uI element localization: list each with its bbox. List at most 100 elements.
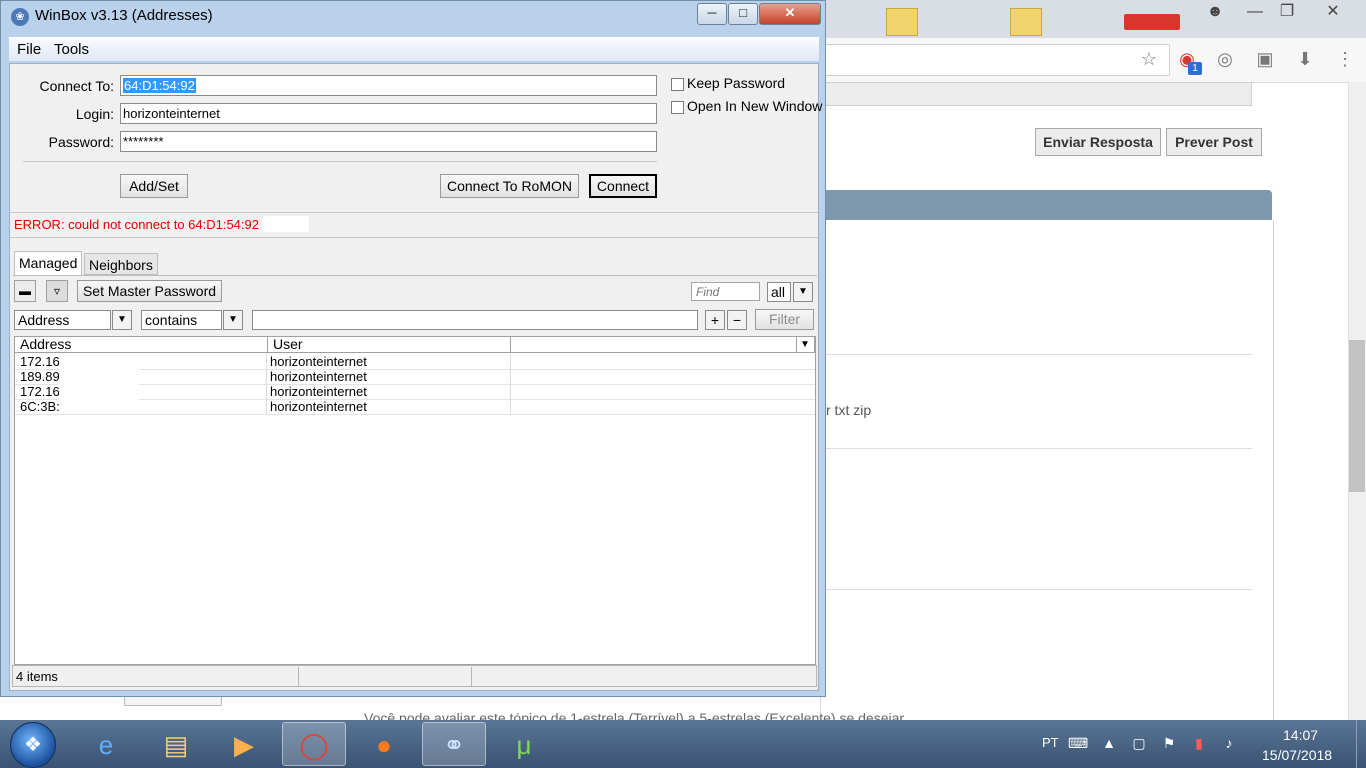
status-divider xyxy=(471,667,472,687)
divider xyxy=(10,237,818,238)
password-field[interactable]: ******** xyxy=(120,131,657,152)
winbox-window: ❀ WinBox v3.13 (Addresses) ─ □ ✕ File To… xyxy=(0,0,826,697)
volume-icon[interactable]: ♪ xyxy=(1220,734,1238,752)
connect-to-field[interactable]: 64:D1:54:92 xyxy=(120,75,657,96)
chrome-icon[interactable]: ◯ xyxy=(282,722,346,766)
close-icon[interactable]: ✕ xyxy=(1318,2,1348,22)
forum-section-header xyxy=(820,190,1272,220)
status-bar xyxy=(12,665,817,687)
show-desktop-button[interactable] xyxy=(1356,720,1366,768)
table-row[interactable]: 6C:3B: horizonteinternet xyxy=(15,399,815,415)
row-user: horizonteinternet xyxy=(270,369,367,384)
row-user: horizonteinternet xyxy=(270,354,367,369)
show-hidden-icons-icon[interactable]: ▲ xyxy=(1100,734,1118,752)
table-row[interactable]: 172.16 horizonteinternet xyxy=(15,384,815,400)
menu-bar: File Tools xyxy=(9,37,819,61)
filter-value-input[interactable] xyxy=(252,310,698,330)
firefox-icon[interactable]: ● xyxy=(352,722,416,766)
browser-tab[interactable] xyxy=(830,6,870,34)
connect-to-value: 64:D1:54:92 xyxy=(123,78,196,93)
remove-icon[interactable]: ▬ xyxy=(14,280,36,302)
chevron-down-icon[interactable]: ▼ xyxy=(793,282,813,302)
divider xyxy=(10,212,818,213)
globe-icon[interactable]: ◎ xyxy=(1214,48,1236,70)
keep-password-checkbox[interactable] xyxy=(671,78,684,91)
clock-time[interactable]: 14:07 xyxy=(1283,727,1318,743)
winbox-taskbar-icon[interactable]: ⚭ xyxy=(422,722,486,766)
open-new-window-checkbox[interactable] xyxy=(671,101,684,114)
column-header-address[interactable]: Address xyxy=(15,337,268,353)
winbox-logo-icon: ❀ xyxy=(11,8,29,26)
close-button[interactable]: ✕ xyxy=(759,3,821,25)
reply-textarea[interactable] xyxy=(820,82,1252,106)
divider xyxy=(23,161,657,162)
minimize-button[interactable]: ─ xyxy=(697,3,727,25)
folder-icon xyxy=(886,8,918,36)
windows-logo-icon: ❖ xyxy=(24,734,42,756)
remove-filter-icon[interactable]: − xyxy=(727,310,747,330)
preview-post-button[interactable]: Prever Post xyxy=(1166,128,1262,156)
table-row[interactable]: 172.16 horizonteinternet xyxy=(15,354,815,370)
user-icon[interactable]: ☻ xyxy=(1200,2,1230,22)
download-icon[interactable]: ⬇ xyxy=(1294,48,1316,70)
keyboard-icon[interactable]: ⌨ xyxy=(1068,734,1088,752)
chevron-down-icon[interactable]: ▼ xyxy=(112,310,132,330)
row-address: 172.16 xyxy=(20,384,60,399)
error-message: ERROR: could not connect to 64:D1:54:92 xyxy=(14,217,259,232)
menu-tools[interactable]: Tools xyxy=(54,41,89,58)
menu-file[interactable]: File xyxy=(17,41,41,58)
find-input[interactable] xyxy=(691,282,760,301)
open-new-window-label[interactable]: Open In New Window xyxy=(687,98,822,114)
minimize-icon[interactable]: — xyxy=(1240,2,1270,22)
item-count: 4 items xyxy=(16,669,58,684)
page-scrollbar-thumb[interactable] xyxy=(1349,340,1365,492)
restore-icon[interactable]: ❐ xyxy=(1272,2,1302,22)
window-title: WinBox v3.13 (Addresses) xyxy=(35,7,213,24)
internet-explorer-icon[interactable]: e xyxy=(74,722,138,766)
set-master-password-button[interactable]: Set Master Password xyxy=(77,280,222,302)
row-user: horizonteinternet xyxy=(270,399,367,414)
network-signal-icon[interactable]: ▢ xyxy=(1130,734,1148,752)
connect-romon-button[interactable]: Connect To RoMON xyxy=(440,174,579,198)
divider xyxy=(826,354,1252,355)
login-field[interactable]: horizonteinternet xyxy=(120,103,657,124)
status-divider xyxy=(298,667,299,687)
filter-icon[interactable]: ▿ xyxy=(46,280,68,302)
language-indicator[interactable]: PT xyxy=(1042,735,1059,750)
divider xyxy=(826,448,1252,449)
column-header-user[interactable]: User xyxy=(268,337,511,353)
password-label: Password: xyxy=(48,134,114,150)
desktop-app-icon xyxy=(1124,14,1180,30)
forum-panel xyxy=(820,220,1274,721)
connect-button[interactable]: Connect xyxy=(589,174,657,198)
table-row[interactable]: 189.89 horizonteinternet xyxy=(15,369,815,385)
clock-date[interactable]: 15/07/2018 xyxy=(1262,747,1332,763)
filter-operator-select[interactable]: contains xyxy=(141,310,222,330)
keep-password-label[interactable]: Keep Password xyxy=(687,75,785,91)
filter-field-select[interactable]: Address xyxy=(14,310,111,330)
tab-managed[interactable]: Managed xyxy=(14,251,83,275)
tab-neighbors[interactable]: Neighbors xyxy=(84,253,158,275)
add-filter-icon[interactable]: + xyxy=(705,310,725,330)
maximize-button[interactable]: □ xyxy=(728,3,758,25)
connect-to-label: Connect To: xyxy=(39,78,114,94)
scope-select[interactable]: all xyxy=(767,282,791,302)
action-center-icon[interactable]: ⚑ xyxy=(1160,734,1178,752)
login-label: Login: xyxy=(75,106,114,122)
redaction xyxy=(263,216,309,232)
inbox-icon[interactable]: ▣ xyxy=(1254,48,1276,70)
media-player-icon[interactable]: ▶ xyxy=(212,722,276,766)
start-button[interactable]: ❖ xyxy=(10,722,56,768)
send-reply-button[interactable]: Enviar Resposta xyxy=(1035,128,1161,156)
file-explorer-icon[interactable]: ▤ xyxy=(144,722,208,766)
filter-button[interactable]: Filter xyxy=(755,309,814,330)
battery-icon[interactable]: ▮ xyxy=(1190,734,1208,752)
folder-icon xyxy=(1010,8,1042,36)
utorrent-icon[interactable]: μ xyxy=(492,722,556,766)
chevron-down-icon[interactable]: ▼ xyxy=(223,310,243,330)
add-set-button[interactable]: Add/Set xyxy=(120,174,188,198)
bookmark-star-icon[interactable]: ☆ xyxy=(1138,48,1160,70)
menu-icon[interactable]: ⋮ xyxy=(1334,48,1356,70)
column-menu-chevron-icon[interactable]: ▼ xyxy=(797,337,815,353)
row-address: 172.16 xyxy=(20,354,60,369)
